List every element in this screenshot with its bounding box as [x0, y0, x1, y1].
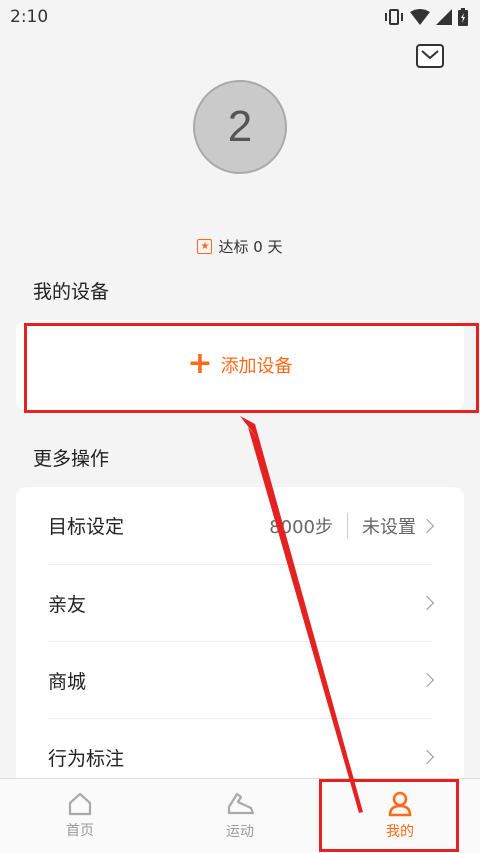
- avatar[interactable]: 2: [193, 80, 287, 174]
- menu-row-label: 亲友: [48, 593, 87, 616]
- chevron-right-icon: [419, 672, 435, 688]
- goal-streak: ★ 达标 0 天: [0, 236, 480, 257]
- signal-icon: [436, 9, 452, 25]
- divider: [347, 512, 348, 539]
- goal-streak-text: 达标 0 天: [218, 238, 283, 256]
- avatar-text: 2: [227, 102, 253, 151]
- more-actions-card: 目标设定 8000步 未设置 亲友 商城 行为标注: [16, 487, 464, 807]
- menu-row-friends[interactable]: 亲友: [48, 564, 435, 641]
- goal-status-value: 未设置: [362, 516, 416, 538]
- chevron-right-icon: [419, 595, 435, 611]
- status-time: 2:10: [10, 7, 49, 27]
- menu-row-label: 目标设定: [48, 516, 125, 538]
- wifi-icon: [410, 9, 430, 25]
- my-devices-title: 我的设备: [33, 281, 110, 303]
- vibrate-icon: [385, 9, 403, 25]
- message-button[interactable]: [416, 44, 444, 68]
- star-badge-icon: ★: [197, 239, 213, 254]
- more-actions-title: 更多操作: [33, 448, 110, 470]
- battery-icon: [458, 8, 468, 26]
- home-icon: [68, 792, 92, 816]
- menu-row-goal-setting[interactable]: 目标设定 8000步 未设置: [48, 487, 435, 564]
- nav-sport-label: 运动: [226, 824, 254, 840]
- menu-row-label: 商城: [48, 670, 87, 693]
- menu-row-store[interactable]: 商城: [48, 641, 435, 718]
- shoe-icon: [227, 792, 255, 815]
- mail-icon: [421, 50, 439, 60]
- nav-home[interactable]: 首页: [0, 779, 160, 853]
- nav-sport[interactable]: 运动: [160, 779, 320, 853]
- nav-home-label: 首页: [66, 823, 94, 839]
- annotation-box-add-device: [24, 323, 479, 413]
- annotation-box-nav-mine: [319, 779, 459, 852]
- chevron-right-icon: [419, 518, 435, 533]
- menu-row-label: 行为标注: [48, 747, 125, 770]
- status-bar: 2:10: [0, 0, 480, 34]
- goal-steps-value: 8000步: [269, 516, 333, 538]
- status-icons: [384, 8, 468, 26]
- chevron-right-icon: [419, 749, 435, 765]
